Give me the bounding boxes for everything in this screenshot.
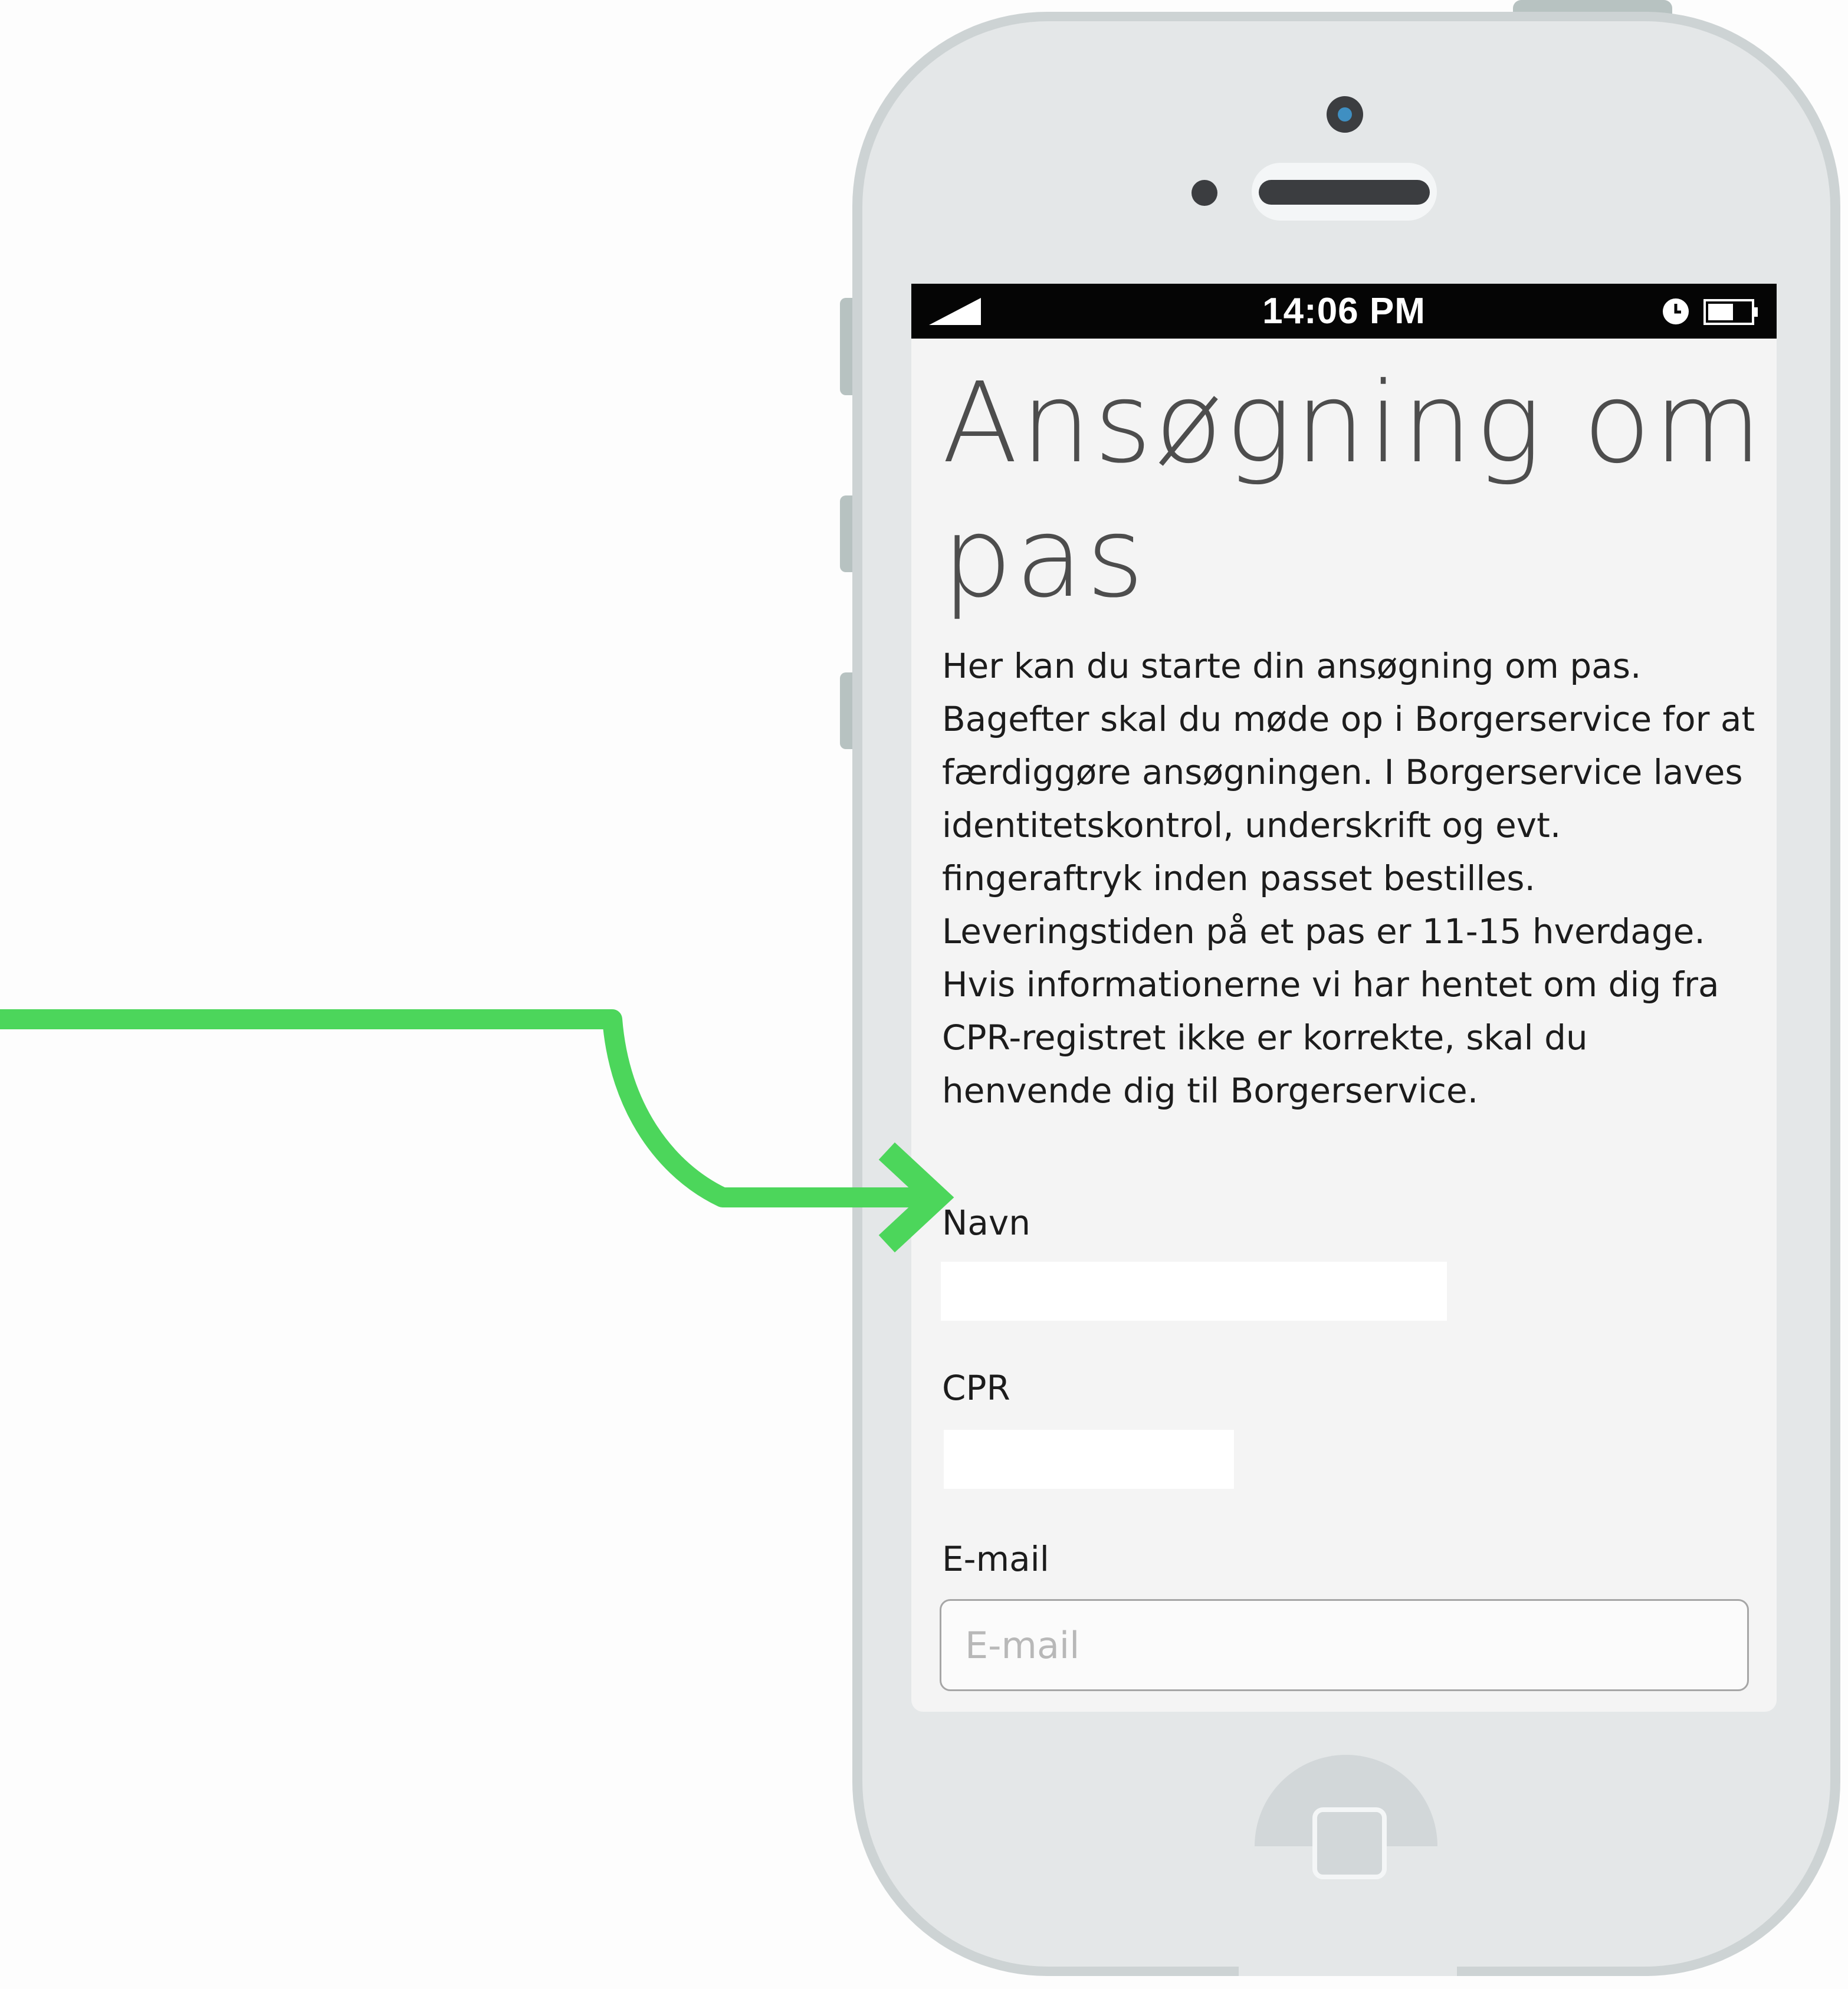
name-input[interactable]	[941, 1262, 1447, 1321]
earpiece-speaker	[1259, 180, 1430, 205]
cpr-label: CPR	[942, 1368, 1010, 1408]
alarm-clock-icon	[1663, 298, 1689, 324]
home-square-icon	[1312, 1807, 1387, 1879]
camera-lens	[1338, 107, 1352, 122]
page-title: Ansøgning om pas	[942, 359, 1765, 622]
email-input[interactable]	[940, 1599, 1749, 1691]
proximity-sensor	[1191, 180, 1217, 206]
status-time: 14:06 PM	[1262, 291, 1426, 332]
cpr-input[interactable]	[944, 1430, 1234, 1489]
email-label: E-mail	[942, 1539, 1049, 1579]
signal-icon	[929, 298, 981, 325]
name-label: Navn	[942, 1203, 1031, 1243]
intro-paragraph: Her kan du starte din ansøgning om pas. …	[942, 646, 1755, 1111]
app-screen: Ansøgning om pas Her kan du starte din a…	[911, 339, 1777, 1712]
battery-icon	[1703, 299, 1758, 325]
status-bar: 14:06 PM	[911, 284, 1777, 339]
arrow-line	[0, 1009, 931, 1207]
